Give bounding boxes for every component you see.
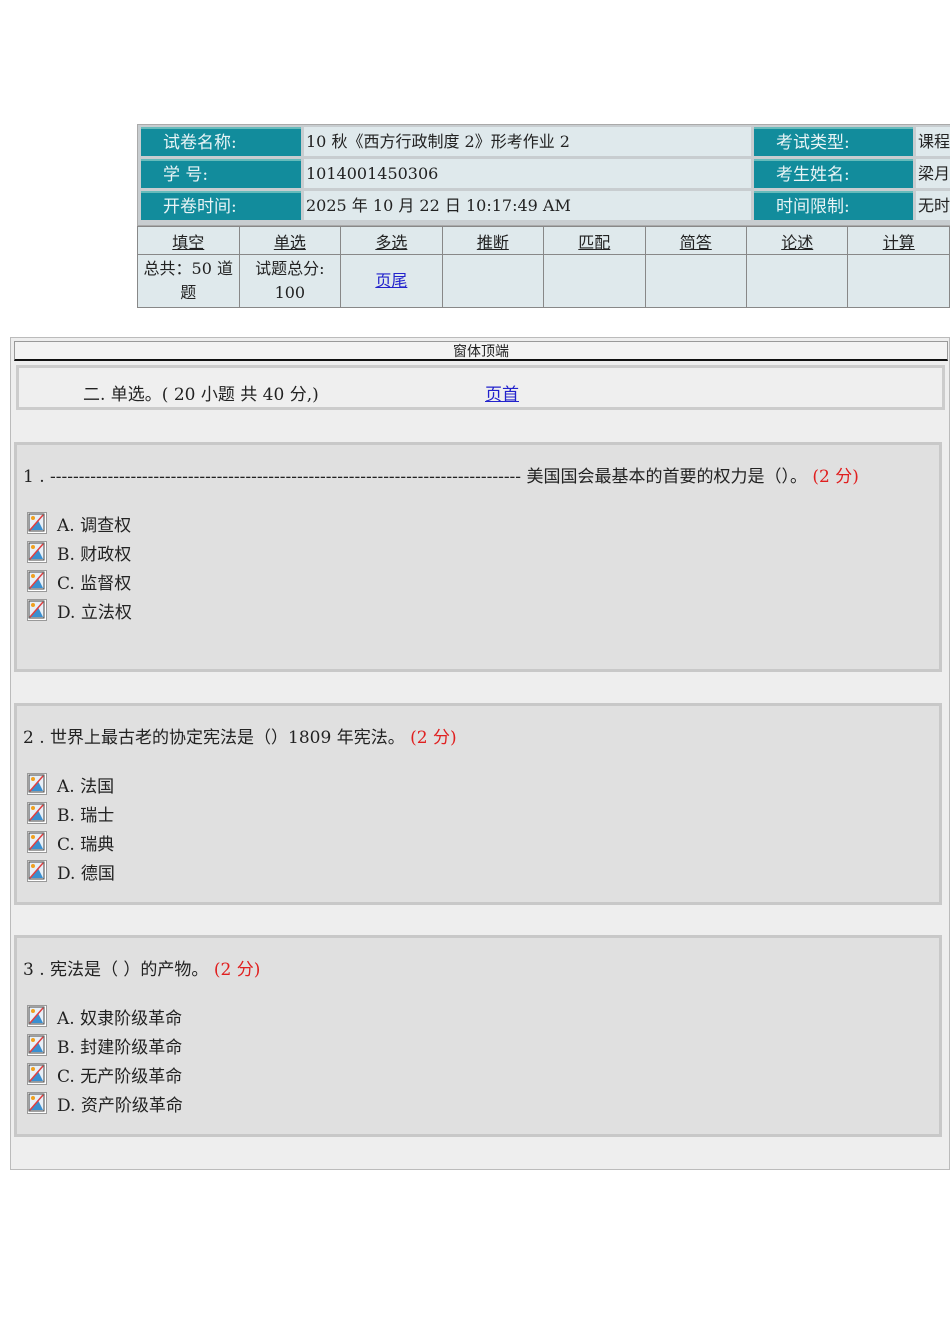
answer-option[interactable]: B. 封建阶级革命 — [23, 1032, 931, 1061]
broken-image-radio-icon[interactable] — [27, 512, 47, 534]
student-name-label: 考生姓名: — [754, 159, 913, 188]
total-questions: 总共：50 道题 — [137, 254, 240, 308]
student-id-value: 1014001450306 — [304, 159, 751, 188]
tab-single-choice[interactable]: 单选 — [274, 233, 306, 252]
option-label: C. 监督权 — [57, 574, 132, 594]
option-label: A. 调查权 — [57, 516, 132, 536]
section-title: 二. 单选。( 20 小题 共 40 分,) — [83, 385, 319, 405]
broken-image-radio-icon[interactable] — [27, 831, 47, 853]
answer-option[interactable]: A. 法国 — [23, 771, 931, 800]
time-limit-label: 时间限制: — [754, 191, 913, 220]
page-top-link[interactable]: 页首 — [485, 380, 519, 405]
exam-name-label: 试卷名称: — [141, 127, 301, 156]
tab-essay[interactable]: 论述 — [781, 233, 813, 252]
option-label: C. 无产阶级革命 — [57, 1067, 183, 1087]
answer-option[interactable]: A. 奴隶阶级革命 — [23, 1003, 931, 1032]
total-score-value: 100 — [274, 283, 306, 302]
tab-inference[interactable]: 推断 — [477, 233, 509, 252]
total-score-label: 试题总分: — [255, 259, 325, 278]
question-text: 2 . 世界上最古老的协定宪法是（）1809 年宪法。 — [23, 728, 405, 748]
tab-calculation[interactable]: 计算 — [883, 233, 915, 252]
broken-image-radio-icon[interactable] — [27, 570, 47, 592]
tab-fill-blank[interactable]: 填空 — [172, 233, 204, 252]
exam-type-value: 课程 — [916, 127, 950, 156]
question-text: 1 . ------------------------------------… — [23, 467, 807, 487]
answer-option[interactable]: C. 无产阶级革命 — [23, 1061, 931, 1090]
question-points: (2 分) — [213, 960, 261, 980]
broken-image-radio-icon[interactable] — [27, 773, 47, 795]
question-text-wrap: 1 . ------------------------------------… — [23, 463, 931, 626]
student-id-label: 学 号: — [141, 159, 301, 188]
option-label: C. 瑞典 — [57, 835, 115, 855]
answer-option[interactable]: B. 财政权 — [23, 539, 931, 568]
open-time-label: 开卷时间: — [141, 191, 301, 220]
option-label: B. 封建阶级革命 — [57, 1038, 183, 1058]
option-label: A. 法国 — [57, 777, 115, 797]
broken-image-radio-icon[interactable] — [27, 1092, 47, 1114]
option-label: D. 资产阶级革命 — [57, 1096, 183, 1116]
answer-option[interactable]: D. 德国 — [23, 858, 931, 887]
answer-option[interactable]: A. 调查权 — [23, 510, 931, 539]
tab-short-answer[interactable]: 简答 — [680, 233, 712, 252]
answer-option[interactable]: D. 资产阶级革命 — [23, 1090, 931, 1119]
tab-matching[interactable]: 匹配 — [578, 233, 610, 252]
broken-image-radio-icon[interactable] — [27, 1063, 47, 1085]
question-block: 2 . 世界上最古老的协定宪法是（）1809 年宪法。 (2 分) A. 法国 B.… — [14, 703, 942, 905]
exam-info-table: 试卷名称: 10 秋《西方行政制度 2》形考作业 2 考试类型: 课程 学 号:… — [137, 124, 950, 226]
open-time-value: 2025 年 10 月 22 日 10:17:49 AM — [304, 191, 751, 220]
page-bottom-link[interactable]: 页尾 — [375, 271, 407, 290]
broken-image-radio-icon[interactable] — [27, 541, 47, 563]
question-block: 3 . 宪法是（ ）的产物。 (2 分) A. 奴隶阶级革命 B. 封建阶级革命 C.… — [14, 935, 942, 1137]
question-text-wrap: 2 . 世界上最古老的协定宪法是（）1809 年宪法。 (2 分) A. 法国 B.… — [23, 724, 931, 887]
question-type-nav: 填空 单选 多选 推断 匹配 简答 论述 计算 总共：50 道题 试题总分: 10… — [137, 226, 950, 308]
form-top-title: 窗体顶端 — [14, 341, 948, 361]
section-header: 二. 单选。( 20 小题 共 40 分,) 页首 — [16, 365, 945, 410]
option-label: A. 奴隶阶级革命 — [57, 1009, 183, 1029]
total-score: 试题总分: 100 — [238, 254, 342, 308]
question-text-wrap: 3 . 宪法是（ ）的产物。 (2 分) A. 奴隶阶级革命 B. 封建阶级革命 C.… — [23, 956, 931, 1119]
broken-image-radio-icon[interactable] — [27, 860, 47, 882]
tab-multiple-choice[interactable]: 多选 — [375, 233, 407, 252]
question-points: (2 分) — [410, 728, 457, 748]
question-text: 3 . 宪法是（ ）的产物。 — [23, 960, 209, 980]
option-label: B. 瑞士 — [57, 806, 115, 826]
question-block: 1 . ------------------------------------… — [14, 442, 942, 672]
broken-image-radio-icon[interactable] — [27, 1034, 47, 1056]
exam-type-label: 考试类型: — [754, 127, 913, 156]
exam-name-value: 10 秋《西方行政制度 2》形考作业 2 — [304, 127, 751, 156]
option-label: D. 立法权 — [57, 603, 132, 623]
time-limit-value: 无时 — [916, 191, 950, 220]
answer-option[interactable]: B. 瑞士 — [23, 800, 931, 829]
question-points: (2 分) — [812, 467, 859, 487]
option-label: B. 财政权 — [57, 545, 132, 565]
answer-option[interactable]: D. 立法权 — [23, 597, 931, 626]
student-name-value: 梁月 — [916, 159, 950, 188]
broken-image-radio-icon[interactable] — [27, 1005, 47, 1027]
broken-image-radio-icon[interactable] — [27, 802, 47, 824]
broken-image-radio-icon[interactable] — [27, 599, 47, 621]
answer-option[interactable]: C. 监督权 — [23, 568, 931, 597]
answer-option[interactable]: C. 瑞典 — [23, 829, 931, 858]
option-label: D. 德国 — [57, 864, 115, 884]
